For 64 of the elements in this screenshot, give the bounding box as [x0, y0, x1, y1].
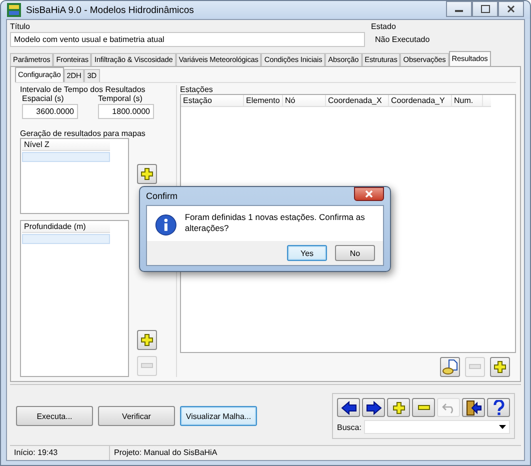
field-label: Espacial (s) [22, 94, 65, 103]
minus-icon [141, 363, 153, 369]
add-button[interactable] [387, 398, 410, 417]
action-button[interactable]: Executa... [16, 406, 93, 426]
previous-button[interactable] [337, 398, 360, 417]
plus-icon [141, 334, 153, 346]
close-button[interactable] [498, 1, 524, 17]
title-field[interactable]: Modelo com vento usual e batimetria atual [10, 32, 365, 47]
plus-icon [392, 402, 404, 414]
column-header[interactable]: Coordenada_X [326, 95, 389, 106]
help-button[interactable] [487, 398, 510, 417]
left-arrow-icon [340, 400, 356, 414]
close-icon [507, 5, 515, 13]
column-header[interactable]: Num. [452, 95, 483, 106]
close-icon [365, 190, 373, 198]
title-label: Título [10, 22, 32, 31]
column-header[interactable]: Nó [283, 95, 326, 106]
window-title: SisBaHiA 9.0 - Modelos Hidrodinâmicos [26, 4, 195, 16]
minimize-button[interactable] [446, 1, 472, 17]
document-icon [442, 359, 458, 375]
group-label: Intervalo de Tempo dos Resultados [20, 85, 146, 94]
dialog-message: Foram definidas 1 novas estações. Confirma as alterações? [184, 212, 366, 234]
list-header: Nível Z [22, 140, 110, 151]
column-header[interactable]: Elemento [244, 95, 283, 106]
right-arrow-icon [366, 400, 382, 414]
group-label: Estações [180, 85, 214, 94]
door-arrow-icon [466, 400, 482, 416]
list-header: Profundidade (m) [22, 222, 110, 233]
search-label: Busca: [337, 422, 362, 432]
plus-icon [494, 361, 506, 373]
plus-icon [141, 168, 153, 180]
column-header[interactable]: Estação [181, 95, 244, 106]
list-box[interactable]: Profundidade (m) [20, 220, 129, 377]
add-button[interactable] [137, 164, 157, 184]
action-button[interactable]: Verificar [98, 406, 175, 426]
undo-icon [442, 402, 456, 414]
import-button[interactable] [440, 357, 460, 377]
question-mark-icon [492, 400, 504, 416]
maximize-icon [480, 5, 490, 13]
group-label: Geração de resultados para mapas [20, 129, 146, 138]
field-label: Temporal (s) [98, 94, 144, 103]
list-box[interactable]: Nível Z [20, 138, 129, 214]
maximize-button[interactable] [472, 1, 498, 17]
status-text: Projeto: Manual do SisBaHiA [113, 447, 218, 459]
close-button[interactable] [354, 187, 384, 201]
state-label: Estado [371, 22, 397, 31]
minus-icon [418, 404, 430, 410]
dialog-title: Confirm [146, 191, 178, 201]
dialog-button[interactable]: Yes [287, 245, 327, 261]
input-field[interactable]: 1800.0000 [98, 104, 154, 119]
dialog-button[interactable]: No [335, 245, 375, 261]
minus-icon [469, 364, 481, 370]
action-button[interactable]: Visualizar Malha... [180, 406, 257, 426]
exit-button[interactable] [462, 398, 485, 417]
input-field[interactable]: 3600.0000 [22, 104, 78, 119]
column-header[interactable]: Coordenada_Y [389, 95, 452, 106]
caret-icon [499, 425, 506, 429]
add-button[interactable] [137, 330, 157, 350]
add-button[interactable] [490, 357, 510, 377]
remove-button[interactable] [412, 398, 435, 417]
next-button[interactable] [362, 398, 385, 417]
info-icon [155, 212, 177, 238]
app-icon [7, 3, 21, 17]
status-text: Início: 19:43 [10, 446, 110, 460]
